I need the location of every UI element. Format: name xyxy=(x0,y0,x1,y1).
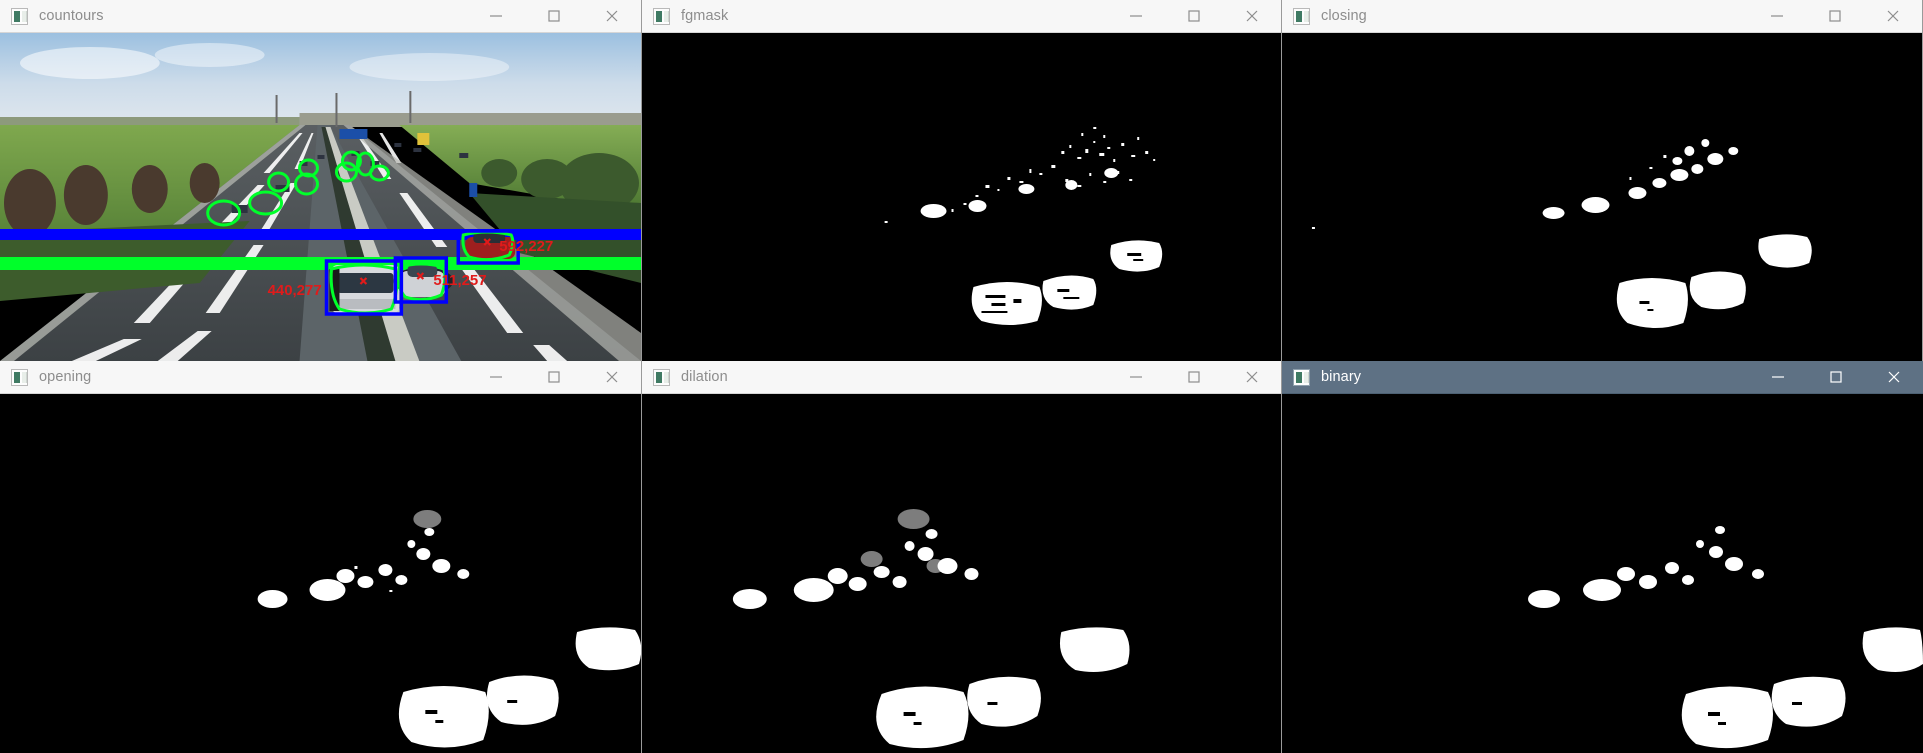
window-fgmask[interactable]: fgmask xyxy=(642,0,1282,361)
titlebar-fgmask[interactable]: fgmask xyxy=(642,0,1281,33)
close-icon[interactable] xyxy=(583,361,641,393)
minimize-icon[interactable] xyxy=(467,0,525,32)
titlebar-dilation[interactable]: dilation xyxy=(642,361,1281,394)
dilation-canvas xyxy=(642,394,1281,753)
opencv-image-icon xyxy=(653,8,670,25)
window-controls xyxy=(1749,361,1923,393)
window-title-binary: binary xyxy=(1321,369,1361,385)
titlebar-binary[interactable]: binary xyxy=(1282,361,1923,394)
window-binary[interactable]: binary xyxy=(1282,361,1923,753)
close-icon[interactable] xyxy=(1223,361,1281,393)
detection-label: 511,257 xyxy=(433,272,486,289)
minimize-icon[interactable] xyxy=(1107,361,1165,393)
binary-canvas xyxy=(1282,394,1923,753)
window-controls xyxy=(1107,0,1281,32)
maximize-icon[interactable] xyxy=(1165,361,1223,393)
countours-canvas: 440,277 511,257 592,227 xyxy=(0,33,641,361)
opening-canvas xyxy=(0,394,641,753)
opencv-image-icon xyxy=(653,369,670,386)
window-closing[interactable]: closing xyxy=(1282,0,1923,361)
minimize-icon[interactable] xyxy=(1107,0,1165,32)
opencv-image-icon xyxy=(11,8,28,25)
window-opening[interactable]: opening xyxy=(0,361,642,753)
close-icon[interactable] xyxy=(583,0,641,32)
detection-label: 592,227 xyxy=(499,238,553,255)
window-title-opening: opening xyxy=(39,369,91,385)
window-dilation[interactable]: dilation xyxy=(642,361,1282,753)
minimize-icon[interactable] xyxy=(1748,0,1806,32)
maximize-icon[interactable] xyxy=(1806,0,1864,32)
window-title-fgmask: fgmask xyxy=(681,8,728,24)
close-icon[interactable] xyxy=(1865,361,1923,393)
detection-label: 440,277 xyxy=(268,282,322,299)
close-icon[interactable] xyxy=(1864,0,1922,32)
green-counting-line xyxy=(0,257,641,270)
maximize-icon[interactable] xyxy=(1807,361,1865,393)
desktop: countours xyxy=(0,0,1923,753)
window-title-countours: countours xyxy=(39,8,104,24)
minimize-icon[interactable] xyxy=(1749,361,1807,393)
minimize-icon[interactable] xyxy=(467,361,525,393)
window-countours[interactable]: countours xyxy=(0,0,642,361)
opencv-image-icon xyxy=(11,369,28,386)
titlebar-countours[interactable]: countours xyxy=(0,0,641,33)
fgmask-canvas xyxy=(642,33,1281,361)
opencv-image-icon xyxy=(1293,8,1310,25)
opencv-image-icon xyxy=(1293,369,1310,386)
titlebar-opening[interactable]: opening xyxy=(0,361,641,394)
window-controls xyxy=(1748,0,1922,32)
window-controls xyxy=(1107,361,1281,393)
closing-canvas xyxy=(1282,33,1922,361)
window-title-closing: closing xyxy=(1321,8,1367,24)
window-controls xyxy=(467,361,641,393)
window-title-dilation: dilation xyxy=(681,369,728,385)
window-controls xyxy=(467,0,641,32)
vehicle-van xyxy=(329,265,399,313)
maximize-icon[interactable] xyxy=(525,361,583,393)
close-icon[interactable] xyxy=(1223,0,1281,32)
titlebar-closing[interactable]: closing xyxy=(1282,0,1922,33)
maximize-icon[interactable] xyxy=(525,0,583,32)
maximize-icon[interactable] xyxy=(1165,0,1223,32)
